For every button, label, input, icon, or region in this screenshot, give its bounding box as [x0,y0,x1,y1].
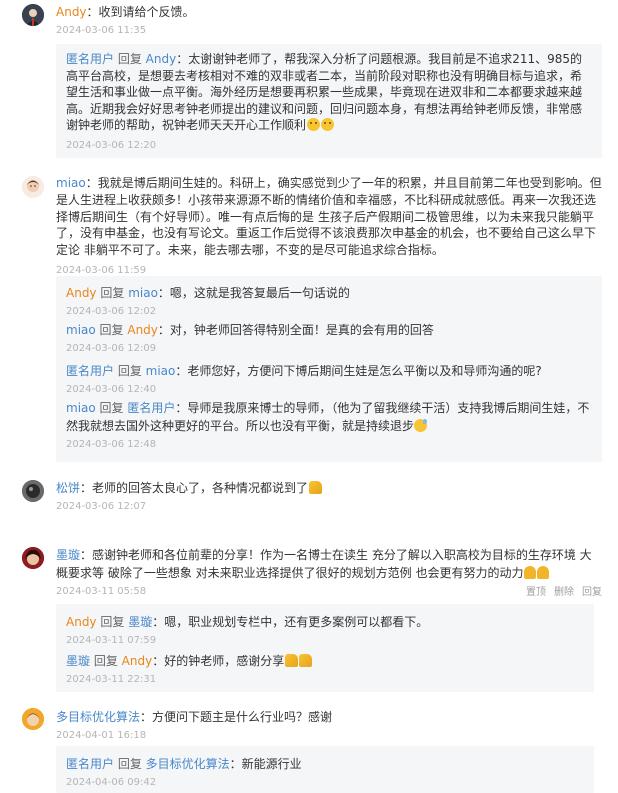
reply-target[interactable]: 多目标优化算法 [146,757,230,771]
thumbs-up-emoji-icon [285,654,299,667]
comment-author[interactable]: 多目标优化算法 [56,710,140,724]
smile-emoji-icon [307,118,321,131]
reply-item: miao 回复 匿名用户：导师是我原来博士的导师，（他为了留我继续干活）支持我博… [66,399,592,453]
reply-button[interactable]: 回复 [582,587,602,598]
reply-box: 匿名用户 回复 Andy：太谢谢钟老师了，帮我深入分析了问题根源。我目前是不追求… [56,44,602,158]
reply-author[interactable]: 匿名用户 [66,52,114,66]
reply-box: 匿名用户 回复 多目标优化算法：新能源行业 2024-04-06 09:42 [56,746,594,793]
reply-item: 墨璇 回复 Andy：好的钟老师，感谢分享 2024-03-11 22:31 [66,652,584,688]
reply-text: ：新能源行业 [229,757,302,771]
reply-time: 2024-04-06 09:42 [66,777,157,788]
reply-time: 2024-03-06 12:02 [66,306,157,317]
reply-item: 匿名用户 回复 多目标优化算法：新能源行业 2024-04-06 09:42 [66,755,584,791]
reply-author[interactable]: 匿名用户 [66,364,114,378]
reply-item: miao 回复 Andy：对，钟老师回答得特别全面！是真的会有用的回答 2024… [66,321,592,357]
reply-target[interactable]: miao [146,364,176,378]
reply-target[interactable]: Andy [146,52,177,66]
reply-text: ：老师您好，方便问下博后期间生娃是怎么平衡以及和导师沟通的呢? [175,364,542,378]
comment-actions: 置顶 删除 回复 [518,583,602,598]
reply-item: 匿名用户 回复 miao：老师您好，方便问下博后期间生娃是怎么平衡以及和导师沟通… [66,362,592,398]
comment-text: ：我就是博后期间生娃的。科研上，确实感觉到少了一年的积累，并且目前第二年也受到影… [56,176,602,258]
comment-time: 2024-03-06 12:07 [56,501,147,512]
reply-item: Andy 回复 墨璇：嗯，职业规划专栏中，还有更多案例可以都看下。 2024-0… [66,613,584,649]
reply-box: Andy 回复 墨璇：嗯，职业规划专栏中，还有更多案例可以都看下。 2024-0… [56,604,594,692]
reply-time: 2024-03-06 12:20 [66,139,157,151]
praying-hands-emoji-icon [537,566,550,579]
comment-author[interactable]: 松饼 [56,481,80,495]
reply-author[interactable]: Andy [66,615,97,629]
reply-target[interactable]: miao [128,286,158,300]
comment-time: 2024-03-06 11:35 [56,25,147,36]
thumbs-up-emoji-icon [309,481,323,494]
reply-text: ：好的钟老师，感谢分享 [152,654,285,668]
reply-time: 2024-03-06 12:09 [66,343,157,354]
comment-text: ：方便问下题主是什么行业吗？感谢 [140,710,333,724]
avatar[interactable] [22,176,44,198]
reply-box: Andy 回复 miao：嗯，这就是我答复最后一句话说的 2024-03-06 … [56,276,602,462]
avatar[interactable] [22,547,44,569]
reply-author[interactable]: 墨璇 [66,654,90,668]
reply-time: 2024-03-11 07:59 [66,635,157,646]
comment-author[interactable]: 墨璇 [56,548,80,562]
comment-author[interactable]: Andy [56,5,87,19]
praying-hands-emoji-icon [524,566,537,579]
reply-text: ：嗯，这就是我答复最后一句话说的 [157,286,350,300]
avatar[interactable] [22,4,44,26]
reply-text: ：嗯，职业规划专栏中，还有更多案例可以都看下。 [152,615,429,629]
avatar[interactable] [22,708,44,730]
reply-time: 2024-03-06 12:48 [66,439,157,450]
avatar[interactable] [22,480,44,502]
reply-item: 匿名用户 回复 Andy：太谢谢钟老师了，帮我深入分析了问题根源。我目前是不追求… [66,51,592,154]
comment-text: ：感谢钟老师和各位前辈的分享！作为一名博士在读生 充分了解以入职高校为目标的生存… [56,548,592,580]
reply-author[interactable]: Andy [66,286,97,300]
reply-author[interactable]: 匿名用户 [66,757,114,771]
thumbs-up-emoji-icon [299,654,313,667]
reply-item: Andy 回复 miao：嗯，这就是我答复最后一句话说的 2024-03-06 … [66,284,592,320]
smile-emoji-icon [321,118,335,131]
delete-button[interactable]: 删除 [554,587,574,598]
comment-text: ：老师的回答太良心了，各种情况都说到了 [80,481,309,495]
reply-target[interactable]: Andy [127,323,158,337]
reply-target[interactable]: Andy [122,654,153,668]
comment-text: ：收到请给个反馈。 [86,5,195,19]
pin-button[interactable]: 置顶 [526,587,546,598]
reply-text: ：对，钟老师回答得特别全面！是真的会有用的回答 [157,323,434,337]
reply-author[interactable]: miao [66,323,96,337]
reply-target[interactable]: 匿名用户 [127,401,175,415]
reply-author[interactable]: miao [66,401,96,415]
reply-time: 2024-03-11 22:31 [66,674,157,685]
sweat-emoji-icon [414,419,428,432]
comment-time: 2024-04-01 16:18 [56,730,147,741]
reply-time: 2024-03-06 12:40 [66,384,157,395]
reply-target[interactable]: 墨璇 [128,615,152,629]
comment-author[interactable]: miao [56,176,86,190]
